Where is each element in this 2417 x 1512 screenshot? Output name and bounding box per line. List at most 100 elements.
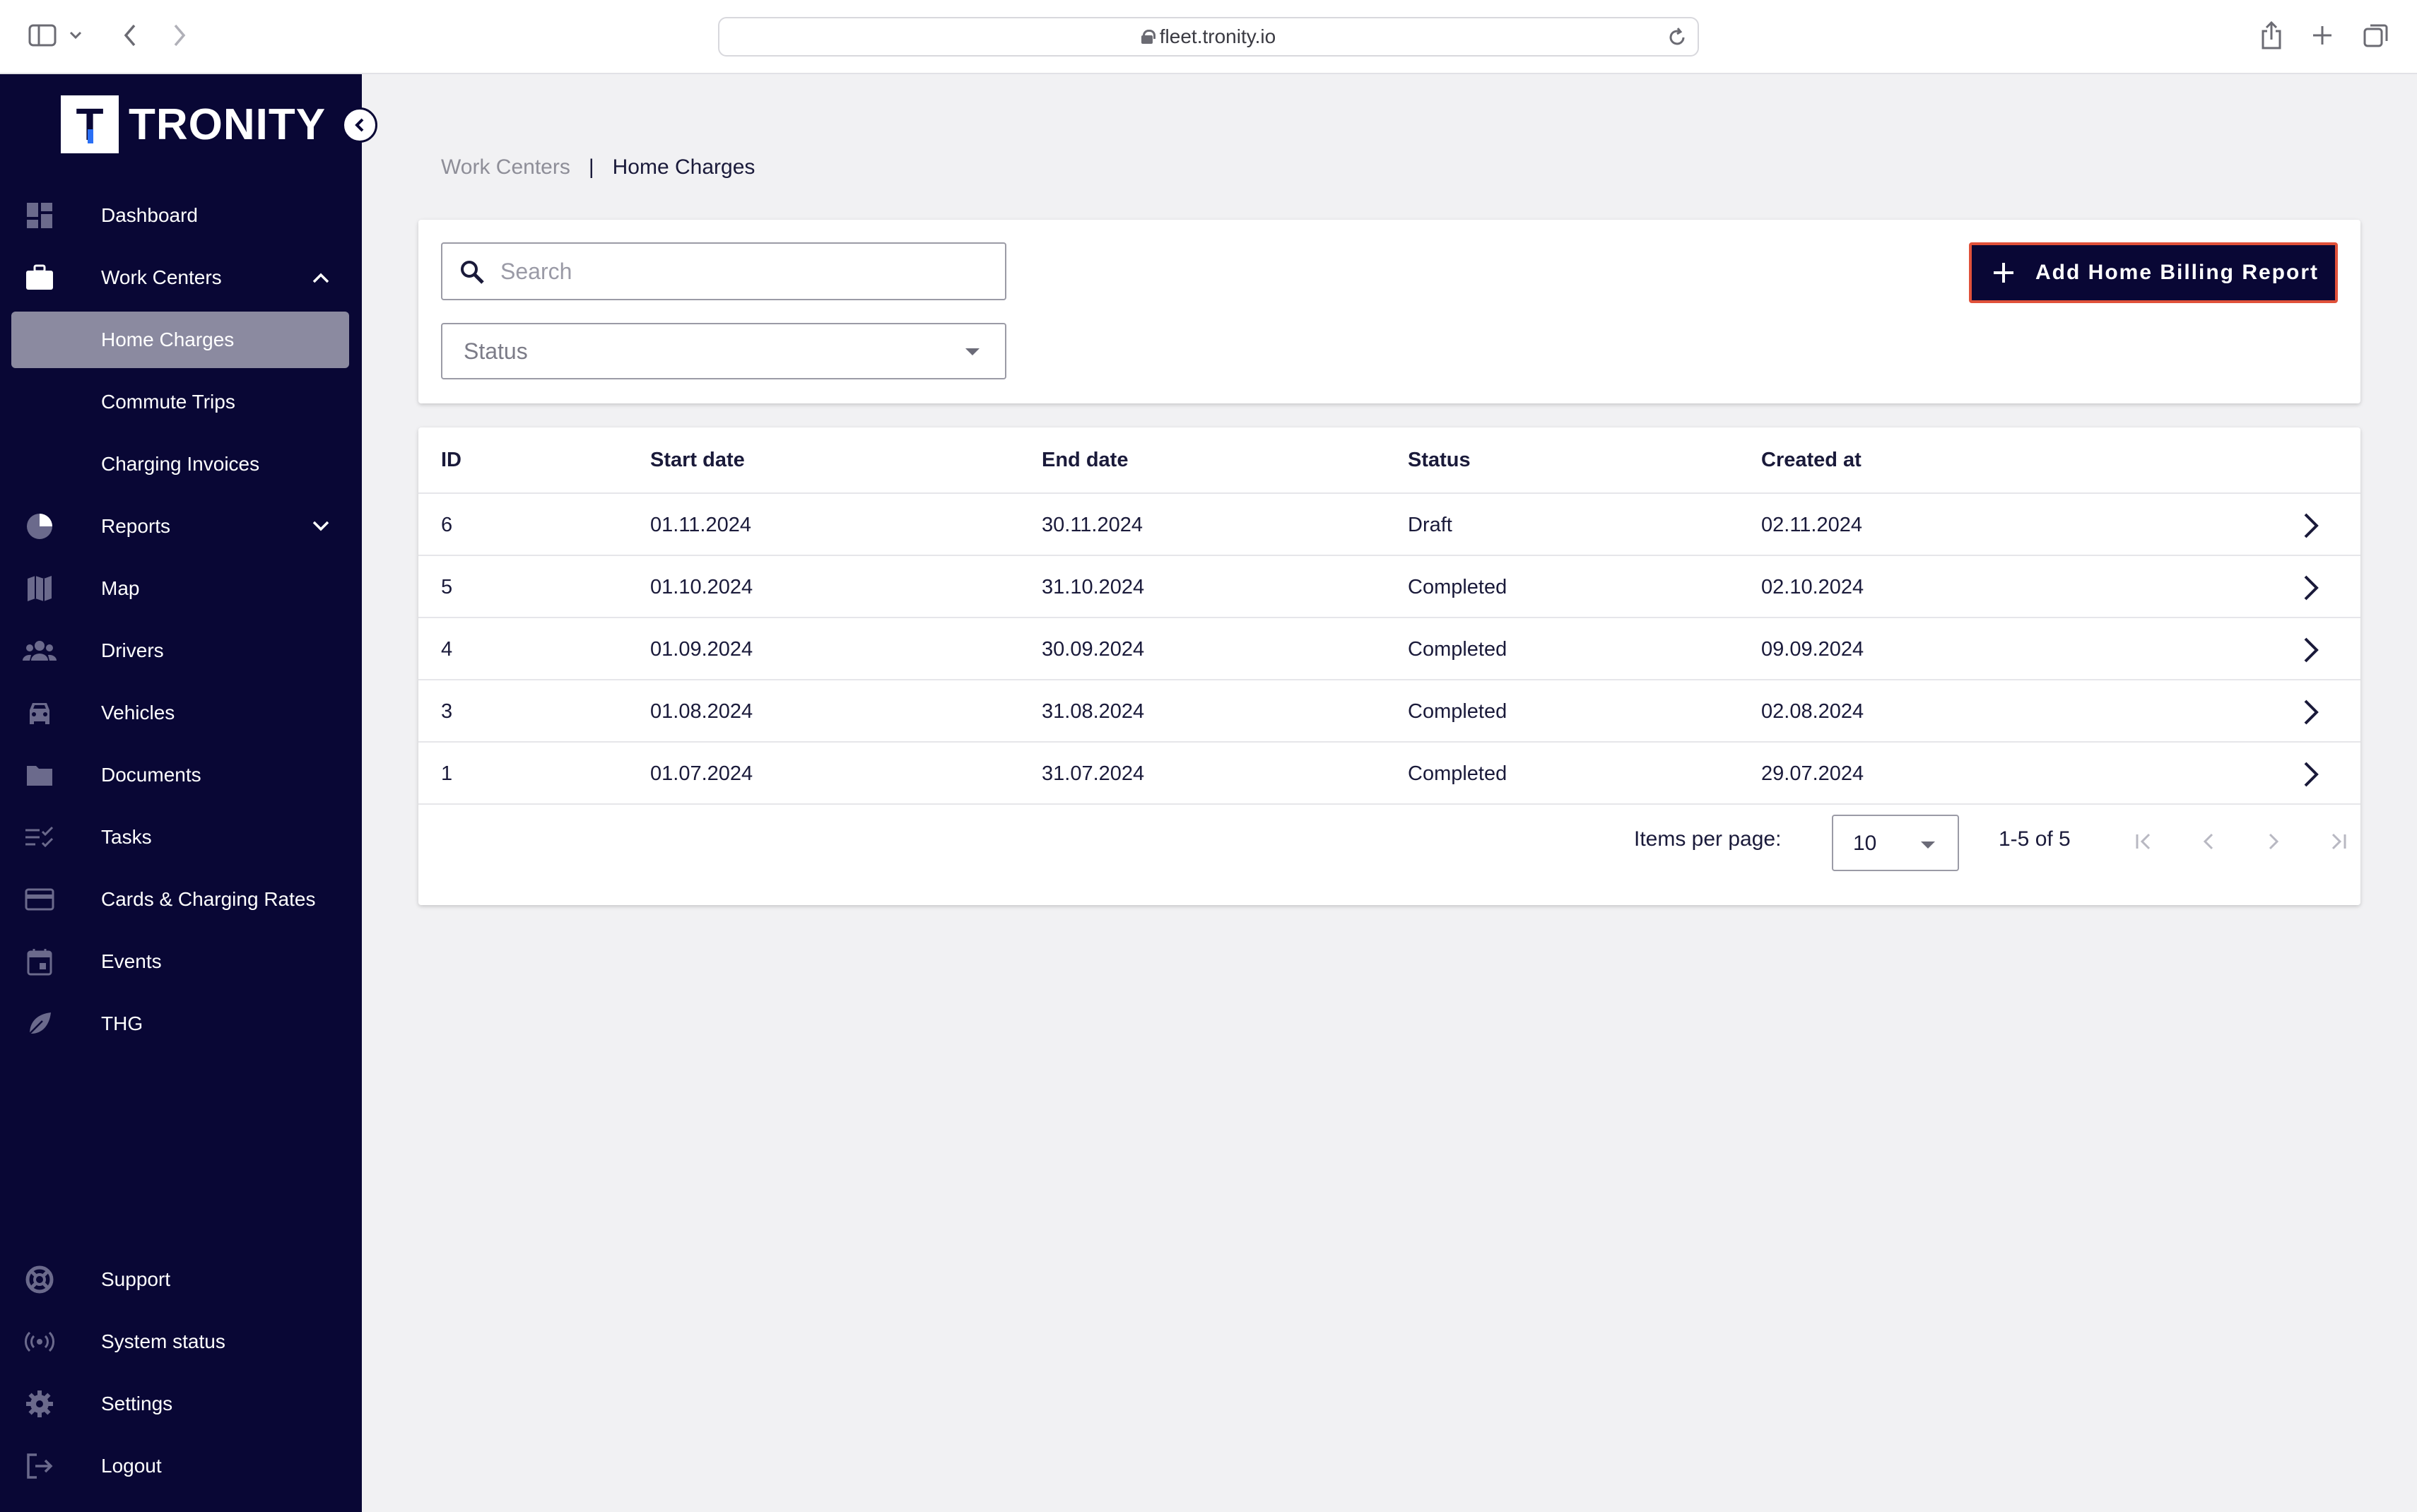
sidebar-item-label: Dashboard	[101, 204, 198, 226]
chevron-right-icon[interactable]	[2297, 758, 2325, 791]
logout-icon	[23, 1449, 57, 1483]
sidebar-item-support[interactable]: Support	[0, 1251, 362, 1308]
status-select[interactable]: Status	[441, 323, 1006, 379]
sidebar-item-label: Commute Trips	[101, 391, 235, 413]
breadcrumb: Work Centers | Home Charges	[441, 155, 755, 179]
sidebar-item-label: Charging Invoices	[101, 453, 260, 475]
sidebar-item-settings[interactable]: Settings	[0, 1376, 362, 1432]
table-row[interactable]: 1 01.07.2024 31.07.2024 Completed 29.07.…	[418, 743, 2360, 805]
lock-icon	[1141, 30, 1155, 44]
column-header-start-date[interactable]: Start date	[650, 449, 745, 472]
items-per-page-select[interactable]: 10	[1832, 815, 1959, 871]
pie-chart-icon	[23, 509, 57, 543]
cell-end-date: 30.11.2024	[1042, 514, 1143, 536]
add-button-label: Add Home Billing Report	[2035, 261, 2319, 284]
table-row[interactable]: 3 01.08.2024 31.08.2024 Completed 02.08.…	[418, 680, 2360, 743]
folder-icon	[23, 758, 57, 792]
sidebar: T TRONITY Dashboard Work Centers Home Ch…	[0, 74, 362, 1512]
collapse-sidebar-button[interactable]	[342, 107, 377, 143]
sidebar-item-reports[interactable]: Reports	[0, 498, 362, 555]
sidebar-item-label: Cards & Charging Rates	[101, 888, 316, 910]
table-row[interactable]: 5 01.10.2024 31.10.2024 Completed 02.10.…	[418, 556, 2360, 618]
table-row[interactable]: 6 01.11.2024 30.11.2024 Draft 02.11.2024	[418, 494, 2360, 556]
cell-start-date: 01.07.2024	[650, 762, 753, 785]
back-icon[interactable]	[113, 18, 147, 52]
breadcrumb-current: Home Charges	[612, 155, 755, 179]
items-per-page-label: Items per page:	[1634, 827, 1782, 851]
chevron-right-icon[interactable]	[2297, 509, 2325, 542]
sidebar-item-thg[interactable]: THG	[0, 996, 362, 1052]
leaf-icon	[23, 1007, 57, 1041]
sidebar-item-work-centers[interactable]: Work Centers	[0, 249, 362, 306]
sidebar-item-label: Drivers	[101, 639, 164, 661]
forward-icon[interactable]	[163, 18, 196, 52]
sidebar-item-logout[interactable]: Logout	[0, 1438, 362, 1494]
chevron-down-icon[interactable]	[65, 18, 86, 52]
chevron-right-icon[interactable]	[2297, 634, 2325, 666]
sidebar-item-events[interactable]: Events	[0, 933, 362, 990]
page-range: 1-5 of 5	[1999, 827, 2071, 851]
items-per-page-value: 10	[1853, 832, 1877, 855]
cell-id: 4	[441, 638, 453, 661]
sidebar-item-tasks[interactable]: Tasks	[0, 809, 362, 866]
next-page-icon[interactable]	[2257, 826, 2288, 857]
logo-text: TRONITY	[129, 100, 327, 149]
column-header-end-date[interactable]: End date	[1042, 449, 1128, 472]
sidebar-item-label: Logout	[101, 1455, 162, 1477]
sidebar-item-map[interactable]: Map	[0, 560, 362, 617]
sidebar-item-documents[interactable]: Documents	[0, 747, 362, 803]
table-header: ID Start date End date Status Created at	[418, 427, 2360, 494]
sidebar-item-system-status[interactable]: System status	[0, 1313, 362, 1370]
address-bar[interactable]: fleet.tronity.io	[718, 17, 1699, 57]
cell-status: Completed	[1408, 762, 1507, 785]
sidebar-item-cards-charging-rates[interactable]: Cards & Charging Rates	[0, 871, 362, 928]
sidebar-item-label: Events	[101, 950, 162, 972]
cell-created-at: 09.09.2024	[1761, 638, 1864, 661]
first-page-icon[interactable]	[2129, 826, 2160, 857]
sidebar-item-label: Reports	[101, 515, 171, 537]
cell-start-date: 01.09.2024	[650, 638, 753, 661]
home-charges-table: ID Start date End date Status Created at…	[418, 427, 2360, 905]
tab-overview-icon[interactable]	[2359, 18, 2393, 52]
table-row[interactable]: 4 01.09.2024 30.09.2024 Completed 09.09.…	[418, 618, 2360, 680]
previous-page-icon[interactable]	[2194, 826, 2225, 857]
sidebar-item-vehicles[interactable]: Vehicles	[0, 685, 362, 741]
sidebar-item-commute-trips[interactable]: Commute Trips	[0, 374, 362, 430]
paginator: Items per page: 10 1-5 of 5	[418, 805, 2360, 875]
share-icon[interactable]	[2254, 18, 2288, 52]
tronity-logo[interactable]: T TRONITY	[61, 95, 326, 153]
breadcrumb-separator: |	[588, 155, 594, 179]
chevron-right-icon[interactable]	[2297, 696, 2325, 728]
cell-status: Completed	[1408, 638, 1507, 661]
sidebar-item-dashboard[interactable]: Dashboard	[0, 187, 362, 244]
sidebar-item-label: Work Centers	[101, 266, 222, 288]
cell-created-at: 02.10.2024	[1761, 576, 1864, 598]
search-input[interactable]	[500, 254, 988, 289]
card-icon	[23, 882, 57, 916]
sidebar-item-label: Home Charges	[101, 329, 235, 350]
briefcase-icon	[23, 261, 57, 295]
lifebuoy-icon	[23, 1263, 57, 1297]
sidebar-item-label: System status	[101, 1330, 225, 1352]
column-header-id[interactable]: ID	[441, 449, 461, 472]
last-page-icon[interactable]	[2322, 826, 2353, 857]
reload-icon[interactable]	[1666, 27, 1688, 53]
cell-id: 6	[441, 514, 453, 536]
column-header-status[interactable]: Status	[1408, 449, 1471, 472]
column-header-created-at[interactable]: Created at	[1761, 449, 1862, 472]
chevron-down-icon[interactable]	[308, 514, 334, 539]
sidebar-item-label: Map	[101, 577, 140, 599]
cell-created-at: 29.07.2024	[1761, 762, 1864, 785]
sidebar-item-charging-invoices[interactable]: Charging Invoices	[0, 436, 362, 492]
chevron-up-icon[interactable]	[308, 265, 334, 290]
cell-start-date: 01.11.2024	[650, 514, 751, 536]
new-tab-icon[interactable]	[2305, 18, 2339, 52]
sidebar-item-home-charges[interactable]: Home Charges	[11, 312, 349, 368]
breadcrumb-work-centers[interactable]: Work Centers	[441, 155, 570, 179]
cell-status: Completed	[1408, 576, 1507, 598]
sidebar-toggle-icon[interactable]	[25, 18, 59, 52]
search-field[interactable]	[441, 242, 1006, 300]
add-home-billing-report-button[interactable]: Add Home Billing Report	[1969, 242, 2338, 303]
sidebar-item-drivers[interactable]: Drivers	[0, 622, 362, 679]
chevron-right-icon[interactable]	[2297, 572, 2325, 604]
